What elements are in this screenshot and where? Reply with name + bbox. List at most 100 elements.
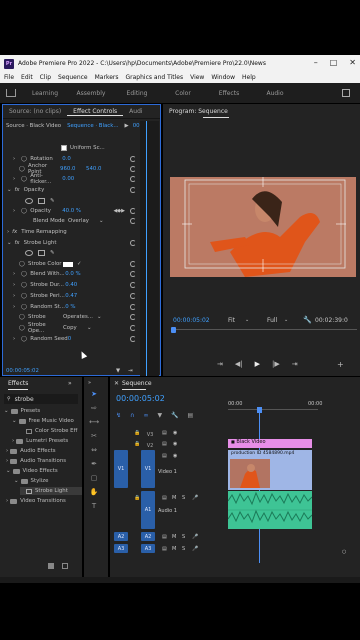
solo-toggle[interactable]: S — [182, 495, 185, 501]
tree-item-audio-transitions[interactable]: › Audio Transitions — [6, 458, 66, 464]
keyframe-nav-icon[interactable]: ◀◆▶ — [113, 208, 125, 214]
expand-icon[interactable]: › — [13, 293, 15, 299]
pen-tool-icon[interactable]: ✒ — [89, 460, 99, 470]
wrench-icon[interactable]: 🔧 — [303, 316, 312, 324]
audio-clip[interactable] — [227, 491, 313, 529]
tree-item-lumetri[interactable]: › Lumetri Presets — [12, 438, 68, 444]
tab-effect-controls[interactable]: Effect Controls — [67, 108, 124, 116]
captions-icon[interactable]: ▤ — [188, 412, 194, 419]
property-value[interactable]: 0 — [68, 336, 71, 342]
close-icon[interactable]: ✕ — [349, 58, 356, 67]
source-patch-a3[interactable]: A3 — [114, 544, 128, 553]
stopwatch-icon[interactable]: ◯ — [21, 156, 27, 162]
reset-icon[interactable] — [130, 176, 136, 182]
new-bin-icon[interactable] — [48, 563, 54, 569]
property-value[interactable]: 0.0 — [62, 156, 71, 162]
chevron-down-icon[interactable]: ⌄ — [97, 314, 102, 320]
solo-toggle[interactable]: S — [182, 534, 185, 540]
tab-effects[interactable]: Effects — [8, 380, 28, 387]
stopwatch-icon[interactable]: ◯ — [19, 261, 25, 267]
export-frame-icon[interactable]: ⇥ — [128, 368, 133, 374]
property-value[interactable]: 540.0 — [86, 166, 101, 172]
menu-edit[interactable]: Edit — [21, 74, 33, 81]
hand-tool-icon[interactable]: ✋ — [89, 488, 99, 498]
stopwatch-icon[interactable]: ◯ — [21, 208, 27, 214]
slip-tool-icon[interactable]: ⇔ — [89, 446, 99, 456]
blend-mode-select[interactable]: Overlay — [68, 218, 89, 224]
uniform-scale-checkbox[interactable] — [61, 145, 67, 151]
tree-item-video-effects[interactable]: ⌄ Video Effects — [6, 468, 58, 474]
track-label-v1[interactable]: V1 — [141, 450, 155, 488]
stopwatch-icon[interactable]: ◯ — [19, 166, 25, 172]
reset-icon[interactable] — [130, 208, 136, 214]
opacity-value[interactable]: 40.0 % — [62, 208, 81, 214]
track-label-v3[interactable]: V3 — [143, 430, 157, 439]
track-label-v2[interactable]: V2 — [143, 441, 157, 450]
panel-menu-icon[interactable]: » — [68, 380, 72, 387]
black-video-clip[interactable]: ■ Black Video — [228, 439, 312, 448]
expand-icon[interactable]: ⌄ — [7, 187, 12, 193]
search-input[interactable]: strobe — [15, 396, 34, 403]
minimize-icon[interactable]: – — [314, 58, 318, 67]
go-out-icon[interactable]: ⇥ — [292, 360, 298, 368]
nest-icon[interactable]: ↯ — [116, 412, 121, 419]
settings-icon[interactable]: 🔧 — [171, 412, 178, 419]
reset-icon[interactable] — [130, 271, 136, 277]
mute-toggle[interactable]: M — [172, 534, 176, 540]
close-icon[interactable]: ✕ — [114, 380, 119, 387]
strobe-color-swatch[interactable] — [63, 261, 74, 267]
menu-window[interactable]: Window — [211, 74, 235, 81]
tree-item-strobe-light[interactable]: Strobe Light — [20, 487, 82, 495]
lock-icon[interactable]: 🔒 — [134, 430, 140, 436]
workspace-assembly[interactable]: Assembly — [68, 90, 114, 97]
ec-timecode[interactable]: 00:00:05:02 — [6, 368, 39, 374]
track-label-a3[interactable]: A3 — [141, 544, 155, 553]
menu-file[interactable]: File — [4, 74, 14, 81]
razor-tool-icon[interactable]: ✂ — [89, 432, 99, 442]
video-clip[interactable]: production ID 4584890.mp4 — [228, 450, 312, 490]
ripple-edit-tool-icon[interactable]: ⟷ — [89, 418, 99, 428]
new-item-icon[interactable] — [62, 563, 68, 569]
stopwatch-icon[interactable]: ◯ — [21, 176, 27, 182]
sync-icon[interactable]: ▤ — [162, 453, 167, 459]
track-label-a2[interactable]: A2 — [141, 532, 155, 541]
chevron-down-icon[interactable]: ⌄ — [245, 317, 249, 323]
source-clip-label[interactable]: Source · Black Video — [6, 123, 61, 129]
track-select-tool-icon[interactable]: ⇨ — [89, 404, 99, 414]
lock-icon[interactable]: 🔒 — [134, 495, 140, 501]
expand-icon[interactable]: › — [13, 304, 15, 310]
stopwatch-icon[interactable]: ◯ — [21, 293, 27, 299]
stopwatch-icon[interactable]: ◯ — [19, 314, 25, 320]
reset-icon[interactable] — [130, 166, 136, 172]
lock-icon[interactable]: 🔒 — [134, 441, 140, 447]
fx-icon[interactable]: fx — [12, 229, 17, 235]
chevron-down-icon[interactable]: ⌄ — [87, 325, 92, 331]
type-tool-icon[interactable]: T — [89, 502, 99, 512]
source-patch-v1[interactable]: V1 — [114, 450, 128, 488]
solo-toggle[interactable]: S — [182, 546, 185, 552]
workspace-learning[interactable]: Learning — [22, 90, 68, 97]
reset-icon[interactable] — [130, 282, 136, 288]
tree-item-presets[interactable]: ⌄ Presets — [4, 408, 40, 414]
stopwatch-icon[interactable]: ◯ — [21, 304, 27, 310]
expand-icon[interactable]: ⌄ — [7, 240, 12, 246]
step-back-icon[interactable]: ◀| — [235, 360, 243, 368]
property-value[interactable]: 960.0 — [60, 166, 86, 172]
selection-tool-icon[interactable]: ➤ — [89, 390, 99, 400]
mic-icon[interactable]: 🎤 — [192, 546, 198, 552]
track-label-a1[interactable]: A1 — [141, 491, 155, 529]
mark-in-icon[interactable]: ⇥ — [217, 360, 223, 368]
home-icon[interactable] — [6, 89, 16, 97]
workspace-editing[interactable]: Editing — [114, 90, 160, 97]
eye-icon[interactable]: ◉ — [173, 430, 177, 436]
filter-icon[interactable]: ▼ — [116, 368, 120, 374]
play-only-icon[interactable]: ▶ — [125, 123, 129, 129]
add-marker-icon[interactable]: ▼ — [157, 412, 162, 419]
maximize-icon[interactable]: □ — [330, 58, 338, 67]
property-value[interactable]: 0.00 — [62, 176, 74, 182]
workspace-effects[interactable]: Effects — [206, 90, 252, 97]
mic-icon[interactable]: 🎤 — [192, 534, 198, 540]
ellipse-mask-icon[interactable] — [25, 198, 33, 204]
panel-menu-icon[interactable]: » — [88, 380, 91, 386]
expand-icon[interactable]: › — [13, 156, 15, 162]
